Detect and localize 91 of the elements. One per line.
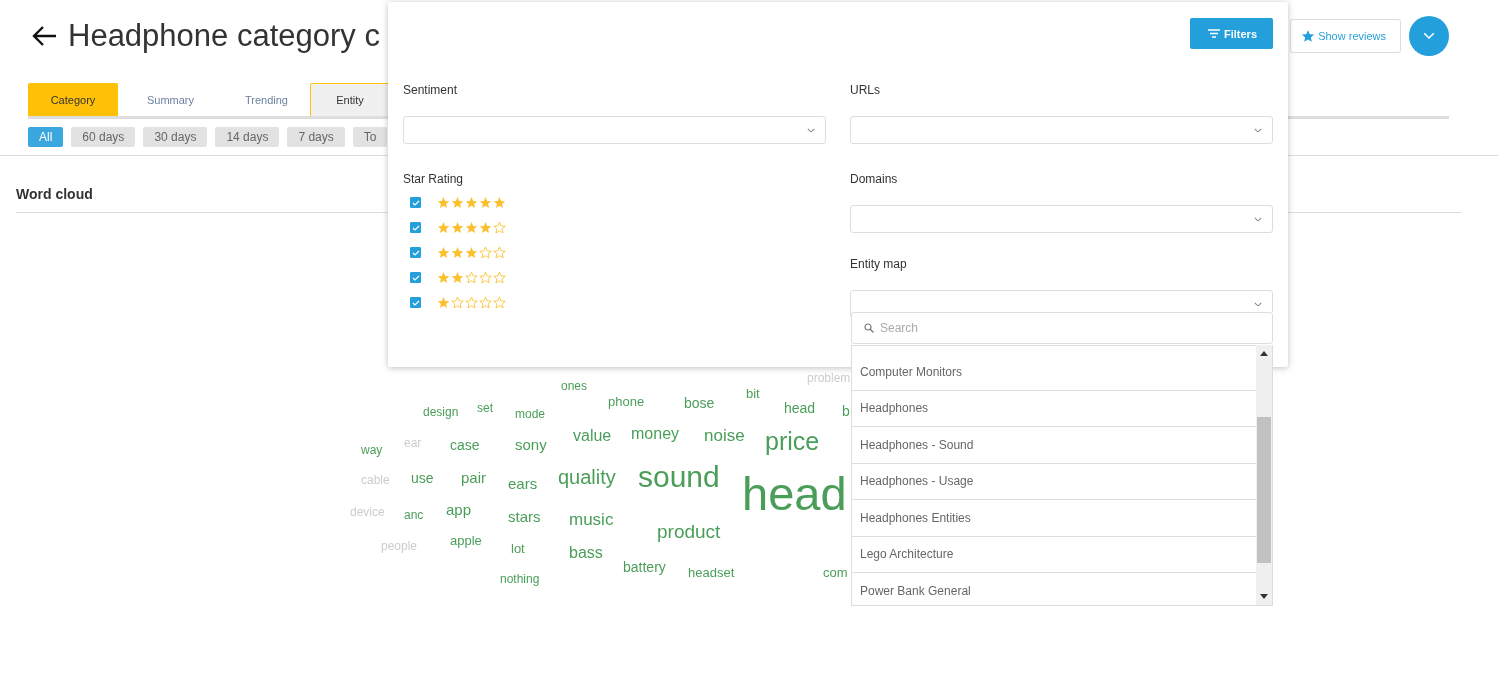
cloud-word: b (842, 404, 850, 418)
star-icon (465, 196, 478, 209)
dropdown-option[interactable]: Headphones - Sound (852, 427, 1256, 464)
field-label: Entity map (850, 257, 908, 271)
star-icon (479, 196, 492, 209)
back-arrow-icon[interactable] (30, 24, 58, 48)
star-icon (451, 196, 464, 209)
dropdown-option[interactable]: Headphones - Usage (852, 463, 1256, 500)
tab[interactable]: Category (28, 83, 118, 116)
star-icon (437, 221, 450, 234)
cloud-word: apple (450, 533, 482, 547)
cloud-word: quality (558, 467, 616, 487)
checkbox[interactable] (410, 272, 421, 283)
star-icon (465, 246, 478, 259)
field-label: Star Rating (403, 172, 465, 186)
star-icon (451, 221, 464, 234)
dropdown-option[interactable]: Headphones (852, 390, 1256, 427)
cloud-word: way (361, 444, 383, 456)
chevron-down-icon (1254, 127, 1262, 133)
cloud-word: stars (508, 508, 541, 524)
period-chip[interactable]: 60 days (71, 127, 136, 147)
cloud-word: head (742, 469, 847, 517)
cloud-word: anc (404, 509, 424, 521)
star-icon (465, 221, 478, 234)
chevron-down-icon (1423, 32, 1435, 40)
dropdown-option[interactable]: Lego Architecture (852, 536, 1256, 573)
field-label: URLs (850, 83, 881, 97)
checkbox[interactable] (410, 297, 421, 308)
checkbox[interactable] (410, 197, 421, 208)
star-icon (479, 221, 492, 234)
cloud-word: noise (704, 426, 745, 444)
field-label: Domains (850, 172, 899, 186)
scroll-down-icon[interactable] (1260, 594, 1268, 599)
cloud-word: money (631, 426, 680, 442)
period-chip[interactable]: 30 days (143, 127, 208, 147)
filter-icon (1208, 29, 1220, 38)
page-title: Headphone category c (68, 18, 380, 54)
cloud-word: music (569, 510, 614, 528)
tab[interactable]: Entity (310, 83, 390, 116)
cloud-word: phone (608, 394, 645, 408)
search-icon (864, 323, 874, 333)
cloud-word: head (784, 401, 816, 415)
star-icon (437, 196, 450, 209)
scrollbar[interactable] (1256, 345, 1272, 605)
cloud-word: use (411, 471, 434, 485)
field-label: Sentiment (403, 83, 459, 97)
star-icon (451, 246, 464, 259)
show-reviews-button[interactable]: Show reviews (1290, 19, 1401, 53)
cloud-word: headset (688, 565, 735, 579)
scroll-up-icon[interactable] (1260, 351, 1268, 356)
filters-button[interactable]: Filters (1190, 18, 1273, 49)
cloud-word: bose (684, 396, 715, 410)
cloud-word: design (423, 406, 459, 418)
dropdown-option[interactable]: Computer Monitors (852, 354, 1256, 391)
cloud-word: lot (511, 541, 525, 555)
star-icon (451, 271, 464, 284)
expand-button[interactable] (1409, 16, 1449, 56)
cloud-word: sound (638, 462, 720, 492)
period-chip[interactable]: 14 days (215, 127, 280, 147)
star-icon (437, 271, 450, 284)
dropdown-option[interactable]: Headphones Entities (852, 500, 1256, 537)
cloud-word: sony (515, 436, 547, 452)
chevron-down-icon (807, 127, 815, 133)
cloud-word: nothing (500, 573, 540, 585)
period-chip[interactable]: 7 days (287, 127, 345, 147)
star-icon (437, 296, 450, 309)
star-icon (1301, 29, 1316, 43)
chevron-down-icon (1254, 301, 1262, 307)
cloud-word: bit (746, 386, 760, 400)
cloud-word: mode (515, 408, 546, 420)
cloud-word: ones (561, 380, 588, 392)
cloud-word: app (446, 501, 472, 517)
cloud-word: value (573, 428, 612, 444)
period-chip[interactable]: All (28, 127, 64, 147)
cloud-word: com (823, 565, 848, 579)
checkbox[interactable] (410, 222, 421, 233)
cloud-word: pair (461, 469, 486, 485)
period-chip[interactable]: To (352, 127, 388, 147)
cloud-word: bass (569, 545, 603, 561)
cloud-word: battery (623, 560, 666, 574)
scrollbar-thumb[interactable] (1257, 417, 1271, 563)
cloud-word: product (657, 521, 721, 541)
cloud-word: case (450, 438, 480, 452)
chevron-down-icon (1254, 216, 1262, 222)
search-field[interactable]: Search (851, 312, 1273, 344)
cloud-word: price (765, 428, 820, 454)
cloud-word: set (477, 402, 493, 414)
star-icon (493, 196, 506, 209)
checkbox[interactable] (410, 247, 421, 258)
star-icon (437, 246, 450, 259)
cloud-word: ears (508, 475, 538, 491)
